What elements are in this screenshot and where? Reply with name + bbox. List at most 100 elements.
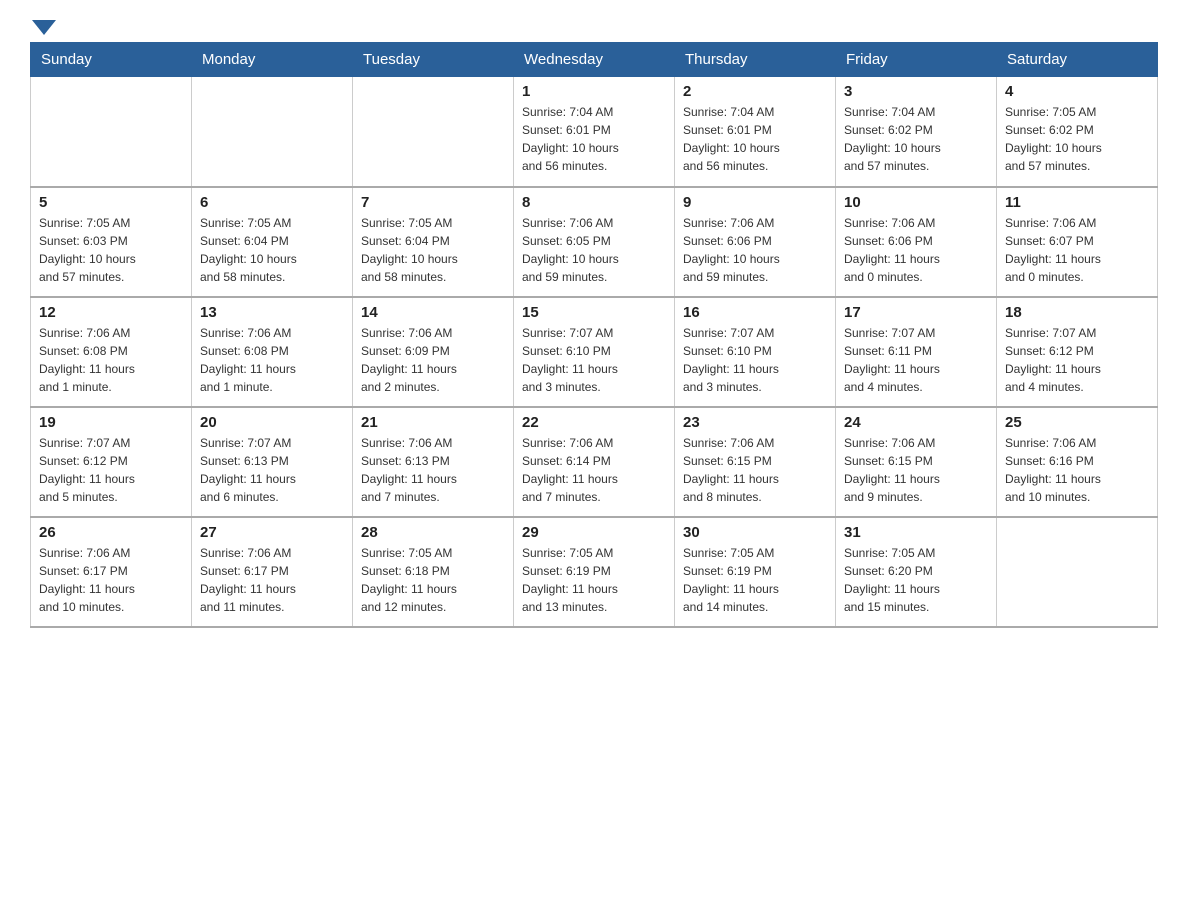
day-of-week-header: Saturday bbox=[997, 43, 1158, 77]
day-number: 23 bbox=[683, 414, 827, 431]
calendar-cell: 5 Sunrise: 7:05 AM Sunset: 6:03 PM Daylig… bbox=[31, 187, 192, 297]
day-info: Sunrise: 7:07 AM Sunset: 6:12 PM Dayligh… bbox=[1005, 324, 1149, 396]
day-number: 2 bbox=[683, 83, 827, 100]
day-of-week-header: Thursday bbox=[675, 43, 836, 77]
calendar-cell: 2 Sunrise: 7:04 AM Sunset: 6:01 PM Daylig… bbox=[675, 77, 836, 187]
calendar-cell bbox=[997, 517, 1158, 627]
day-info: Sunrise: 7:05 AM Sunset: 6:18 PM Dayligh… bbox=[361, 544, 505, 616]
day-number: 4 bbox=[1005, 83, 1149, 100]
day-info: Sunrise: 7:06 AM Sunset: 6:06 PM Dayligh… bbox=[844, 214, 988, 286]
day-info: Sunrise: 7:06 AM Sunset: 6:13 PM Dayligh… bbox=[361, 434, 505, 506]
calendar-cell: 27 Sunrise: 7:06 AM Sunset: 6:17 PM Dayli… bbox=[192, 517, 353, 627]
page-header bbox=[30, 20, 1158, 32]
day-of-week-header: Monday bbox=[192, 43, 353, 77]
day-info: Sunrise: 7:07 AM Sunset: 6:10 PM Dayligh… bbox=[683, 324, 827, 396]
day-of-week-header: Tuesday bbox=[353, 43, 514, 77]
calendar-cell: 15 Sunrise: 7:07 AM Sunset: 6:10 PM Dayli… bbox=[514, 297, 675, 407]
day-info: Sunrise: 7:05 AM Sunset: 6:04 PM Dayligh… bbox=[361, 214, 505, 286]
calendar-week-row: 12 Sunrise: 7:06 AM Sunset: 6:08 PM Dayli… bbox=[31, 297, 1158, 407]
calendar-cell: 24Sunrise: 7:06 AM Sunset: 6:15 PM Dayli… bbox=[836, 407, 997, 517]
calendar-cell: 20 Sunrise: 7:07 AM Sunset: 6:13 PM Dayli… bbox=[192, 407, 353, 517]
day-number: 17 bbox=[844, 304, 988, 321]
day-number: 9 bbox=[683, 194, 827, 211]
calendar-header-row: SundayMondayTuesdayWednesdayThursdayFrid… bbox=[31, 43, 1158, 77]
day-info: Sunrise: 7:07 AM Sunset: 6:10 PM Dayligh… bbox=[522, 324, 666, 396]
logo bbox=[30, 20, 56, 32]
calendar-cell: 17 Sunrise: 7:07 AM Sunset: 6:11 PM Dayli… bbox=[836, 297, 997, 407]
day-info: Sunrise: 7:06 AM Sunset: 6:14 PM Dayligh… bbox=[522, 434, 666, 506]
calendar-cell: 23 Sunrise: 7:06 AM Sunset: 6:15 PM Dayli… bbox=[675, 407, 836, 517]
day-info: Sunrise: 7:06 AM Sunset: 6:16 PM Dayligh… bbox=[1005, 434, 1149, 506]
day-info: Sunrise: 7:04 AM Sunset: 6:01 PM Dayligh… bbox=[683, 103, 827, 175]
day-number: 10 bbox=[844, 194, 988, 211]
calendar-cell: 30 Sunrise: 7:05 AM Sunset: 6:19 PM Dayli… bbox=[675, 517, 836, 627]
day-info: Sunrise: 7:07 AM Sunset: 6:12 PM Dayligh… bbox=[39, 434, 183, 506]
day-info: Sunrise: 7:06 AM Sunset: 6:08 PM Dayligh… bbox=[200, 324, 344, 396]
day-number: 11 bbox=[1005, 194, 1149, 211]
calendar-cell: 29Sunrise: 7:05 AM Sunset: 6:19 PM Dayli… bbox=[514, 517, 675, 627]
calendar-cell: 21 Sunrise: 7:06 AM Sunset: 6:13 PM Dayli… bbox=[353, 407, 514, 517]
day-number: 5 bbox=[39, 194, 183, 211]
day-number: 26 bbox=[39, 524, 183, 541]
calendar-cell bbox=[31, 77, 192, 187]
day-number: 29 bbox=[522, 524, 666, 541]
day-of-week-header: Friday bbox=[836, 43, 997, 77]
day-info: Sunrise: 7:07 AM Sunset: 6:13 PM Dayligh… bbox=[200, 434, 344, 506]
calendar-cell: 25 Sunrise: 7:06 AM Sunset: 6:16 PM Dayli… bbox=[997, 407, 1158, 517]
day-info: Sunrise: 7:06 AM Sunset: 6:06 PM Dayligh… bbox=[683, 214, 827, 286]
calendar-cell: 9 Sunrise: 7:06 AM Sunset: 6:06 PM Daylig… bbox=[675, 187, 836, 297]
calendar-table: SundayMondayTuesdayWednesdayThursdayFrid… bbox=[30, 42, 1158, 628]
calendar-cell bbox=[353, 77, 514, 187]
calendar-cell: 4 Sunrise: 7:05 AM Sunset: 6:02 PM Daylig… bbox=[997, 77, 1158, 187]
calendar-week-row: 1 Sunrise: 7:04 AM Sunset: 6:01 PM Daylig… bbox=[31, 77, 1158, 187]
day-number: 12 bbox=[39, 304, 183, 321]
calendar-cell: 11Sunrise: 7:06 AM Sunset: 6:07 PM Dayli… bbox=[997, 187, 1158, 297]
day-number: 8 bbox=[522, 194, 666, 211]
day-number: 20 bbox=[200, 414, 344, 431]
calendar-week-row: 26 Sunrise: 7:06 AM Sunset: 6:17 PM Dayli… bbox=[31, 517, 1158, 627]
day-number: 6 bbox=[200, 194, 344, 211]
calendar-cell: 6 Sunrise: 7:05 AM Sunset: 6:04 PM Daylig… bbox=[192, 187, 353, 297]
day-number: 3 bbox=[844, 83, 988, 100]
day-number: 22 bbox=[522, 414, 666, 431]
day-number: 14 bbox=[361, 304, 505, 321]
day-number: 16 bbox=[683, 304, 827, 321]
calendar-cell: 22 Sunrise: 7:06 AM Sunset: 6:14 PM Dayli… bbox=[514, 407, 675, 517]
day-info: Sunrise: 7:05 AM Sunset: 6:19 PM Dayligh… bbox=[683, 544, 827, 616]
day-number: 21 bbox=[361, 414, 505, 431]
day-number: 19 bbox=[39, 414, 183, 431]
day-number: 30 bbox=[683, 524, 827, 541]
calendar-cell: 3 Sunrise: 7:04 AM Sunset: 6:02 PM Daylig… bbox=[836, 77, 997, 187]
calendar-cell: 26 Sunrise: 7:06 AM Sunset: 6:17 PM Dayli… bbox=[31, 517, 192, 627]
calendar-cell: 7 Sunrise: 7:05 AM Sunset: 6:04 PM Daylig… bbox=[353, 187, 514, 297]
day-number: 27 bbox=[200, 524, 344, 541]
calendar-cell bbox=[192, 77, 353, 187]
day-info: Sunrise: 7:06 AM Sunset: 6:17 PM Dayligh… bbox=[200, 544, 344, 616]
day-info: Sunrise: 7:04 AM Sunset: 6:01 PM Dayligh… bbox=[522, 103, 666, 175]
day-info: Sunrise: 7:06 AM Sunset: 6:05 PM Dayligh… bbox=[522, 214, 666, 286]
day-info: Sunrise: 7:06 AM Sunset: 6:15 PM Dayligh… bbox=[844, 434, 988, 506]
calendar-cell: 28Sunrise: 7:05 AM Sunset: 6:18 PM Dayli… bbox=[353, 517, 514, 627]
calendar-cell: 18 Sunrise: 7:07 AM Sunset: 6:12 PM Dayli… bbox=[997, 297, 1158, 407]
day-number: 15 bbox=[522, 304, 666, 321]
day-number: 25 bbox=[1005, 414, 1149, 431]
calendar-cell: 19 Sunrise: 7:07 AM Sunset: 6:12 PM Dayli… bbox=[31, 407, 192, 517]
day-info: Sunrise: 7:07 AM Sunset: 6:11 PM Dayligh… bbox=[844, 324, 988, 396]
day-info: Sunrise: 7:05 AM Sunset: 6:03 PM Dayligh… bbox=[39, 214, 183, 286]
day-number: 1 bbox=[522, 83, 666, 100]
day-number: 13 bbox=[200, 304, 344, 321]
day-of-week-header: Wednesday bbox=[514, 43, 675, 77]
calendar-cell: 16 Sunrise: 7:07 AM Sunset: 6:10 PM Dayli… bbox=[675, 297, 836, 407]
day-number: 18 bbox=[1005, 304, 1149, 321]
day-info: Sunrise: 7:06 AM Sunset: 6:17 PM Dayligh… bbox=[39, 544, 183, 616]
day-info: Sunrise: 7:04 AM Sunset: 6:02 PM Dayligh… bbox=[844, 103, 988, 175]
day-number: 7 bbox=[361, 194, 505, 211]
calendar-cell: 13 Sunrise: 7:06 AM Sunset: 6:08 PM Dayli… bbox=[192, 297, 353, 407]
calendar-cell: 12 Sunrise: 7:06 AM Sunset: 6:08 PM Dayli… bbox=[31, 297, 192, 407]
day-info: Sunrise: 7:05 AM Sunset: 6:20 PM Dayligh… bbox=[844, 544, 988, 616]
day-info: Sunrise: 7:05 AM Sunset: 6:02 PM Dayligh… bbox=[1005, 103, 1149, 175]
day-info: Sunrise: 7:06 AM Sunset: 6:08 PM Dayligh… bbox=[39, 324, 183, 396]
day-info: Sunrise: 7:05 AM Sunset: 6:04 PM Dayligh… bbox=[200, 214, 344, 286]
day-info: Sunrise: 7:06 AM Sunset: 6:15 PM Dayligh… bbox=[683, 434, 827, 506]
day-number: 31 bbox=[844, 524, 988, 541]
